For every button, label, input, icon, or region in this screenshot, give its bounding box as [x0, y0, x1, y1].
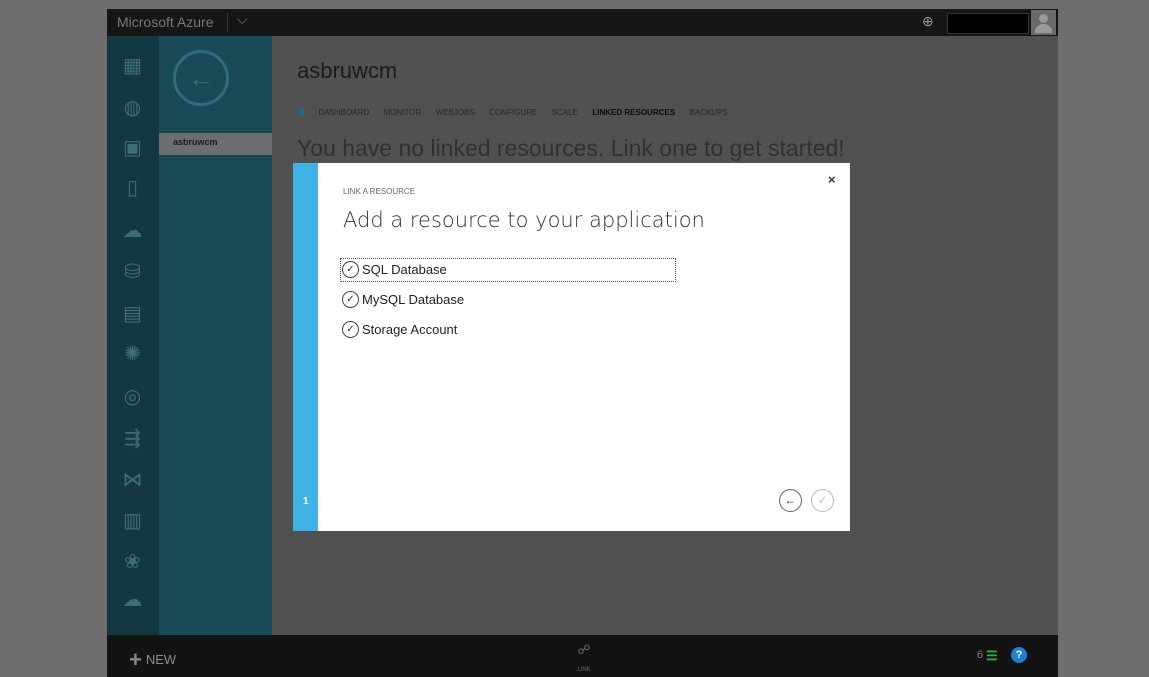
- close-icon[interactable]: ×: [828, 172, 836, 187]
- dialog-subtitle: LINK A RESOURCE: [343, 187, 416, 196]
- resource-nav: ← asbruwcm: [159, 36, 272, 635]
- back-arrow-icon[interactable]: ←: [173, 50, 229, 106]
- tab-backups[interactable]: BACKUPS: [690, 108, 728, 117]
- page-title: asbruwcm: [297, 58, 398, 83]
- all-items-icon[interactable]: ▦: [120, 54, 145, 79]
- link-resource-dialog: 1 × LINK A RESOURCE Add a resource to yo…: [293, 163, 850, 531]
- dialog-title: Add a resource to your application: [343, 208, 705, 232]
- media-services-icon[interactable]: ◎: [120, 385, 145, 410]
- previous-button[interactable]: ←: [779, 489, 802, 512]
- chevron-down-icon[interactable]: ⌵: [237, 11, 248, 28]
- cloud-services-icon[interactable]: ☁: [120, 219, 145, 244]
- wizard-step-rail: 1: [293, 163, 318, 531]
- divider: [227, 13, 228, 32]
- link-icon: ☍: [577, 642, 591, 657]
- check-circle-icon: ✓: [342, 321, 359, 338]
- option-label: Storage Account: [362, 322, 458, 337]
- help-icon[interactable]: ?: [1011, 647, 1027, 663]
- web-site-icon: ☗: [297, 107, 306, 118]
- check-circle-icon: ✓: [342, 291, 359, 308]
- step-number: 1: [303, 496, 309, 507]
- service-bus-icon[interactable]: ⇶: [120, 427, 145, 452]
- notification-count[interactable]: 6: [977, 649, 983, 661]
- globe-icon[interactable]: ⊕: [922, 13, 934, 30]
- sql-databases-icon[interactable]: ⛁: [120, 260, 145, 285]
- brand-logo[interactable]: Microsoft Azure: [117, 14, 213, 30]
- storage-icon[interactable]: ▤: [120, 302, 145, 327]
- option-storage-account[interactable]: ✓ Storage Account: [341, 319, 675, 341]
- user-name-box[interactable]: [947, 13, 1029, 34]
- tab-webjobs[interactable]: WEBJOBS: [436, 108, 475, 117]
- tab-dashboard[interactable]: DASHBOARD: [318, 108, 369, 117]
- new-button[interactable]: + NEW: [129, 647, 176, 673]
- complete-button[interactable]: ✓: [811, 489, 834, 512]
- command-bar: + NEW ☍ LINK 6 ☰ ?: [107, 635, 1058, 677]
- tab-configure[interactable]: CONFIGURE: [489, 108, 537, 117]
- option-mysql-database[interactable]: ✓ MySQL Database: [341, 289, 675, 311]
- plus-icon: +: [129, 647, 142, 672]
- biztalk-icon[interactable]: ❀: [120, 550, 145, 575]
- empty-state-message: You have no linked resources. Link one t…: [297, 135, 845, 161]
- virtual-machines-icon[interactable]: ▣: [120, 136, 145, 161]
- option-label: SQL Database: [362, 262, 447, 277]
- option-sql-database[interactable]: ✓ SQL Database: [340, 258, 676, 282]
- notification-list-icon[interactable]: ☰: [986, 648, 998, 664]
- service-rail: ▦ ◍ ▣ ▯ ☁ ⛁ ▤ ✺ ◎ ⇶ ⋈ ▥ ❀ ☁: [107, 36, 159, 635]
- link-label: LINK: [577, 667, 591, 673]
- mobile-services-icon[interactable]: ▯: [120, 176, 145, 201]
- nav-item-asbruwcm[interactable]: asbruwcm: [159, 133, 272, 155]
- cache-icon[interactable]: ▥: [120, 509, 145, 534]
- link-button[interactable]: ☍ LINK: [569, 642, 599, 676]
- nav-item-label: asbruwcm: [173, 137, 218, 147]
- tab-linked-resources[interactable]: LINKED RESOURCES: [592, 108, 675, 117]
- tab-bar: ☗ DASHBOARD MONITOR WEBJOBS CONFIGURE SC…: [297, 102, 738, 120]
- option-label: MySQL Database: [362, 292, 465, 307]
- networks-icon[interactable]: ☁: [120, 588, 145, 613]
- new-label: NEW: [145, 652, 177, 667]
- visual-studio-online-icon[interactable]: ⋈: [120, 468, 145, 493]
- web-sites-icon[interactable]: ◍: [120, 96, 145, 121]
- hdinsight-icon[interactable]: ✺: [120, 342, 145, 367]
- tab-scale[interactable]: SCALE: [552, 108, 578, 117]
- check-circle-icon: ✓: [342, 261, 359, 278]
- top-bar: Microsoft Azure ⌵ ⊕: [107, 9, 1058, 36]
- tab-monitor[interactable]: MONITOR: [384, 108, 422, 117]
- avatar[interactable]: [1031, 10, 1056, 35]
